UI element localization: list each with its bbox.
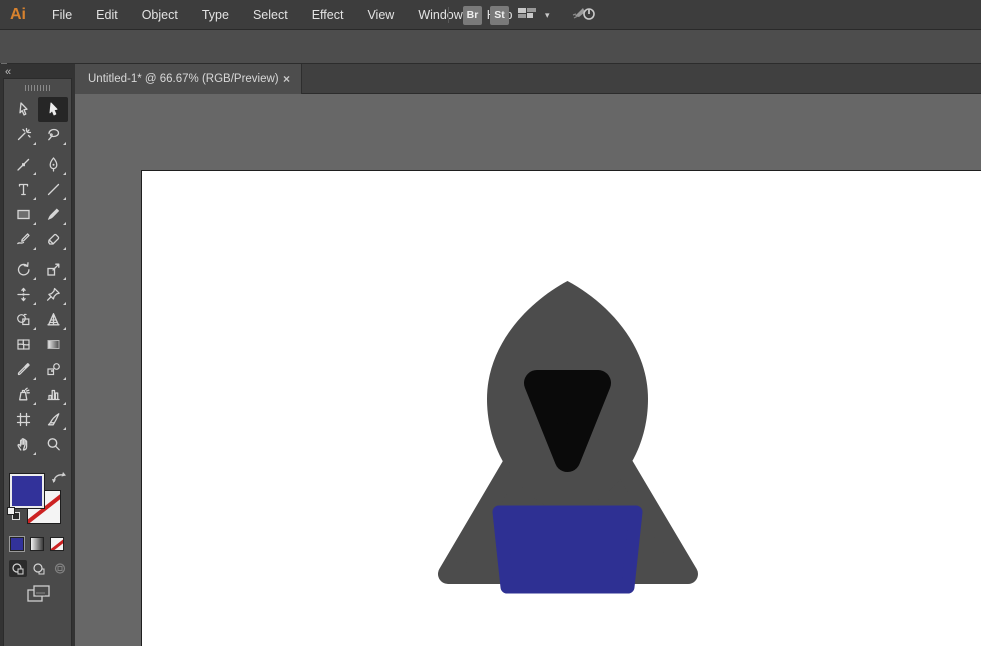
blend-tool[interactable] — [38, 357, 68, 382]
default-fill-stroke-icon[interactable] — [7, 507, 23, 523]
document-tab[interactable]: Untitled-1* @ 66.67% (RGB/Preview) × — [75, 64, 302, 94]
artboard[interactable] — [141, 170, 981, 646]
swap-fill-stroke-icon[interactable] — [51, 471, 67, 491]
menu-view[interactable]: View — [355, 0, 406, 30]
slice-tool[interactable] — [38, 407, 68, 432]
paintbrush-tool[interactable] — [38, 202, 68, 227]
none-button[interactable] — [50, 537, 64, 551]
flyout-indicator-icon — [33, 172, 36, 175]
drawing-mode-row — [9, 560, 69, 577]
hand-tool[interactable] — [8, 432, 38, 457]
fill-stroke-widget — [4, 471, 73, 531]
eyedropper-tool[interactable] — [8, 357, 38, 382]
control-bar: No Selection ▼ ▼ Stroke: ▲ ▼ ▼ ▼ • 3 pt.… — [0, 30, 981, 91]
pen-tool[interactable] — [8, 152, 38, 177]
stock-button[interactable]: St — [490, 5, 509, 25]
panel-collapse-icon[interactable]: « — [5, 66, 11, 78]
draw-behind-button[interactable] — [30, 560, 48, 577]
flyout-indicator-icon — [33, 327, 36, 330]
zoom-tool[interactable] — [38, 432, 68, 457]
workspace-chevron-down-icon[interactable]: ▾ — [545, 10, 550, 21]
line-segment-tool[interactable] — [38, 177, 68, 202]
flyout-indicator-icon — [33, 402, 36, 405]
gradient-button[interactable] — [30, 537, 44, 551]
document-tab-bar: Untitled-1* @ 66.67% (RGB/Preview) × — [75, 64, 981, 94]
tool-panel-grip[interactable] — [25, 85, 51, 91]
document-tab-title: Untitled-1* @ 66.67% (RGB/Preview) — [88, 73, 279, 85]
tool-panel — [3, 78, 72, 646]
flyout-indicator-icon — [33, 247, 36, 250]
menu-object[interactable]: Object — [130, 0, 190, 30]
canvas-pasteboard[interactable] — [75, 94, 981, 646]
scale-tool[interactable] — [38, 257, 68, 282]
none-slash-icon — [51, 538, 63, 550]
menu-type[interactable]: Type — [190, 0, 241, 30]
flyout-indicator-icon — [63, 142, 66, 145]
gpu-performance-icon[interactable] — [572, 4, 598, 27]
screen-mode-button[interactable] — [26, 584, 52, 611]
gradient-tool[interactable] — [38, 332, 68, 357]
flyout-indicator-icon — [33, 197, 36, 200]
fill-indicator-swatch[interactable] — [9, 473, 45, 509]
shaper-tool[interactable] — [8, 227, 38, 252]
selection-tool[interactable] — [38, 97, 68, 122]
puppet-warp-tool[interactable] — [38, 282, 68, 307]
rotate-tool[interactable] — [8, 257, 38, 282]
flyout-indicator-icon — [33, 452, 36, 455]
menubar-separator — [448, 7, 449, 23]
flyout-indicator-icon — [63, 197, 66, 200]
menu-select[interactable]: Select — [241, 0, 300, 30]
tab-close-icon[interactable]: × — [280, 72, 293, 86]
flyout-indicator-icon — [63, 377, 66, 380]
flyout-indicator-icon — [63, 427, 66, 430]
tool-rail: « — [0, 64, 75, 646]
flyout-indicator-icon — [63, 302, 66, 305]
flyout-indicator-icon — [33, 222, 36, 225]
shape-builder-tool[interactable] — [8, 307, 38, 332]
workspace-switcher-icon[interactable] — [517, 5, 537, 26]
draw-normal-button[interactable] — [9, 560, 27, 577]
flyout-indicator-icon — [63, 247, 66, 250]
flyout-indicator-icon — [63, 277, 66, 280]
bridge-button[interactable]: Br — [463, 5, 482, 25]
flyout-indicator-icon — [63, 172, 66, 175]
artboard-tool[interactable] — [8, 407, 38, 432]
tool-grid — [8, 97, 68, 457]
type-tool[interactable] — [8, 177, 38, 202]
body-panel-shape[interactable] — [492, 505, 643, 594]
column-graph-tool[interactable] — [38, 382, 68, 407]
flyout-indicator-icon — [33, 377, 36, 380]
flyout-indicator-icon — [33, 277, 36, 280]
perspective-grid-tool[interactable] — [38, 307, 68, 332]
curvature-tool[interactable] — [38, 152, 68, 177]
draw-inside-button[interactable] — [51, 560, 69, 577]
flyout-indicator-icon — [33, 142, 36, 145]
illustrator-window: Ai File Edit Object Type Select Effect View Win… — [0, 0, 981, 646]
flyout-indicator-icon — [63, 402, 66, 405]
lasso-tool[interactable] — [38, 122, 68, 147]
menu-bar: Ai File Edit Object Type Select Effect View Win… — [0, 0, 981, 30]
magic-wand-tool[interactable] — [8, 122, 38, 147]
direct-selection-tool[interactable] — [8, 97, 38, 122]
color-button[interactable] — [10, 537, 24, 551]
symbol-sprayer-tool[interactable] — [8, 382, 38, 407]
rectangle-tool[interactable] — [8, 202, 38, 227]
eraser-tool[interactable] — [38, 227, 68, 252]
menu-edit[interactable]: Edit — [84, 0, 130, 30]
mesh-tool[interactable] — [8, 332, 38, 357]
width-tool[interactable] — [8, 282, 38, 307]
illustrator-logo: Ai — [10, 5, 26, 23]
color-type-row — [10, 537, 64, 551]
flyout-indicator-icon — [33, 302, 36, 305]
menu-file[interactable]: File — [40, 0, 84, 30]
flyout-indicator-icon — [63, 327, 66, 330]
menu-effect[interactable]: Effect — [300, 0, 356, 30]
menubar-right-cluster: Br St ▾ — [448, 0, 598, 30]
hooded-figure-artwork — [438, 281, 698, 594]
flyout-indicator-icon — [63, 222, 66, 225]
